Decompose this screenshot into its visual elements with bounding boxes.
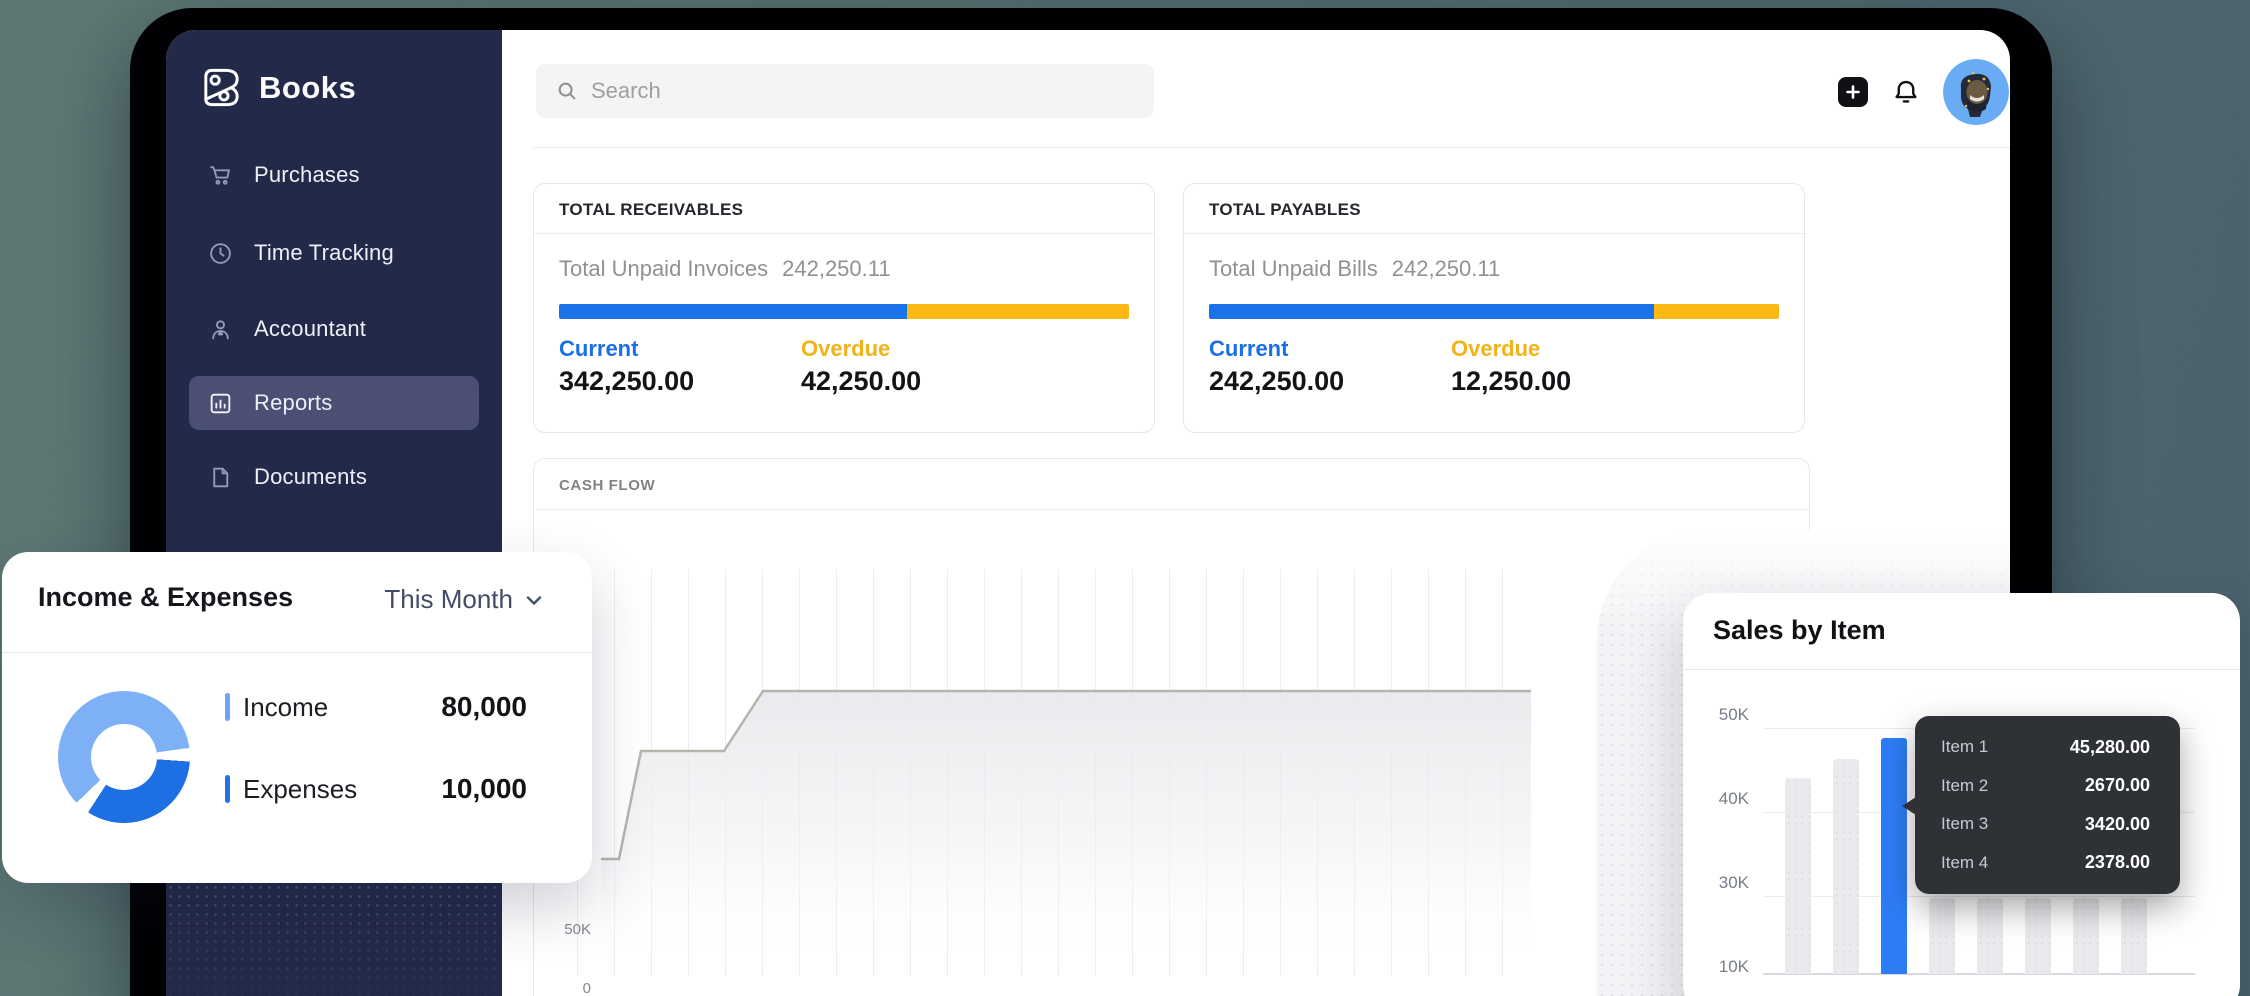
- plus-icon: [1844, 83, 1862, 101]
- sidebar-item-documents[interactable]: Documents: [189, 450, 479, 504]
- overdue-segment: [1654, 304, 1779, 319]
- unpaid-label: Total Unpaid Invoices: [559, 256, 768, 282]
- divider: [2, 652, 592, 653]
- sales-tooltip: Item 1 45,280.00 Item 2 2670.00 Item 3 3…: [1915, 716, 2180, 894]
- income-expenses-donut-chart: [58, 691, 190, 823]
- topbar-divider: [533, 147, 2010, 148]
- brand-label: Books: [259, 70, 356, 106]
- avatar[interactable]: [1943, 59, 2009, 125]
- tooltip-item-label: Item 1: [1941, 737, 1988, 757]
- document-icon: [208, 465, 233, 490]
- tooltip-row: Item 4 2378.00: [1941, 852, 2150, 873]
- period-label: This Month: [384, 584, 513, 615]
- total-payables-card: TOTAL PAYABLES Total Unpaid Bills 242,25…: [1183, 183, 1805, 433]
- sidebar-item-accountant[interactable]: Accountant: [189, 302, 479, 356]
- income-label: Income: [243, 692, 328, 723]
- sales-bar[interactable]: [1929, 898, 1955, 974]
- overdue-value: 42,250.00: [801, 366, 921, 397]
- current-value: 242,250.00: [1209, 366, 1344, 397]
- current-value: 342,250.00: [559, 366, 694, 397]
- divider: [534, 233, 1154, 234]
- expenses-tick: [225, 775, 230, 803]
- unpaid-summary: Total Unpaid Invoices 242,250.11: [559, 256, 891, 282]
- card-title: TOTAL RECEIVABLES: [559, 200, 743, 220]
- unpaid-summary: Total Unpaid Bills 242,250.11: [1209, 256, 1500, 282]
- sidebar-item-reports[interactable]: Reports: [189, 376, 479, 430]
- tooltip-item-value: 45,280.00: [2070, 737, 2150, 758]
- books-logo-icon: [198, 64, 245, 111]
- sales-bar-selected[interactable]: [1881, 738, 1907, 974]
- bell-icon: [1891, 77, 1921, 107]
- current-segment: [559, 304, 907, 319]
- y-axis-label-0: 0: [534, 980, 591, 996]
- overdue-label: Overdue: [801, 336, 890, 362]
- search-icon: [556, 80, 578, 102]
- unpaid-value: 242,250.11: [782, 256, 890, 282]
- chevron-down-icon: [522, 588, 546, 612]
- divider: [534, 509, 1809, 510]
- legend-row-income: Income 80,000: [225, 690, 527, 724]
- legend: Income 80,000 Expenses 10,000: [225, 690, 527, 854]
- sidebar-dot-texture: [166, 883, 502, 996]
- overdue-value: 12,250.00: [1451, 366, 1571, 397]
- overdue-segment: [907, 304, 1129, 319]
- sidebar-item-label: Accountant: [254, 316, 366, 342]
- sales-bar[interactable]: [2073, 898, 2099, 974]
- total-receivables-card: TOTAL RECEIVABLES Total Unpaid Invoices …: [533, 183, 1155, 433]
- add-new-button[interactable]: [1838, 77, 1868, 107]
- income-value: 80,000: [441, 691, 527, 723]
- card-title: TOTAL PAYABLES: [1209, 200, 1361, 220]
- current-segment: [1209, 304, 1654, 319]
- tooltip-item-value: 2378.00: [2085, 852, 2150, 873]
- expenses-label: Expenses: [243, 774, 357, 805]
- sales-bar[interactable]: [1977, 898, 2003, 974]
- search-box[interactable]: [536, 64, 1154, 118]
- current-label: Current: [559, 336, 638, 362]
- sales-bar[interactable]: [1833, 759, 1859, 974]
- sidebar-item-label: Reports: [254, 390, 332, 416]
- tooltip-item-value: 2670.00: [2085, 775, 2150, 796]
- divider: [1184, 233, 1804, 234]
- unpaid-value: 242,250.11: [1392, 256, 1500, 282]
- cash-flow-area-chart: [577, 569, 1532, 976]
- card-title: Income & Expenses: [38, 582, 293, 613]
- cart-icon: [208, 163, 233, 188]
- receivables-progress-bar: [559, 304, 1129, 319]
- tooltip-row: Item 1 45,280.00: [1941, 737, 2150, 758]
- brand: Books: [198, 64, 356, 111]
- sidebar-item-label: Purchases: [254, 162, 360, 188]
- sidebar-item-label: Time Tracking: [254, 240, 394, 266]
- search-input[interactable]: [591, 78, 1111, 104]
- sidebar-item-time-tracking[interactable]: Time Tracking: [189, 226, 479, 280]
- tooltip-item-value: 3420.00: [2085, 814, 2150, 835]
- notifications-button[interactable]: [1889, 75, 1923, 109]
- income-tick: [225, 693, 230, 721]
- tooltip-row: Item 3 3420.00: [1941, 814, 2150, 835]
- payables-progress-bar: [1209, 304, 1779, 319]
- sidebar-item-label: Documents: [254, 464, 367, 490]
- tooltip-item-label: Item 2: [1941, 776, 1988, 796]
- expenses-value: 10,000: [441, 773, 527, 805]
- legend-row-expenses: Expenses 10,000: [225, 772, 527, 806]
- unpaid-label: Total Unpaid Bills: [1209, 256, 1378, 282]
- current-label: Current: [1209, 336, 1288, 362]
- tooltip-row: Item 2 2670.00: [1941, 775, 2150, 796]
- overdue-label: Overdue: [1451, 336, 1540, 362]
- sales-by-item-card: Sales by Item 50K 40K 30K 10K Item 1 45,…: [1683, 593, 2240, 996]
- sidebar-item-purchases[interactable]: Purchases: [189, 148, 479, 202]
- sales-bar[interactable]: [1785, 778, 1811, 974]
- tooltip-item-label: Item 3: [1941, 814, 1988, 834]
- bar-chart-icon: [208, 391, 233, 416]
- sales-bar[interactable]: [2025, 898, 2051, 974]
- period-dropdown[interactable]: This Month: [384, 584, 546, 615]
- sales-bar[interactable]: [2121, 898, 2147, 974]
- tooltip-item-label: Item 4: [1941, 853, 1988, 873]
- card-title: CASH FLOW: [559, 477, 655, 494]
- y-axis-label-50k: 50K: [534, 921, 591, 938]
- clock-icon: [208, 241, 233, 266]
- income-expenses-card: Income & Expenses This Month Income 80,0…: [2, 552, 592, 883]
- accountant-icon: [208, 317, 233, 342]
